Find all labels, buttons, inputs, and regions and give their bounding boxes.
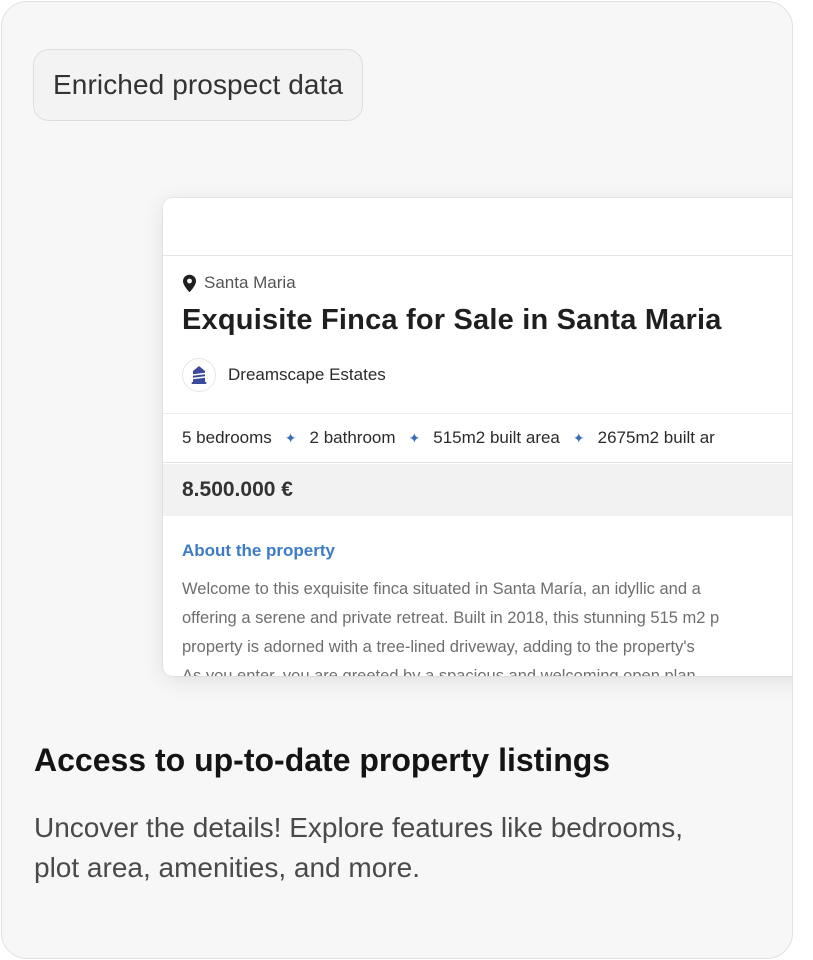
about-line: As you enter, you are greeted by a spaci… xyxy=(182,667,696,676)
house-logo-icon xyxy=(182,358,216,392)
card-description: Uncover the details! Explore features li… xyxy=(34,808,774,888)
sparkle-icon: ✦ xyxy=(572,429,585,446)
feature-built-area: 515m2 built area xyxy=(433,428,560,447)
location-label: Santa Maria xyxy=(204,273,296,292)
feature-card: Enriched prospect data Santa Maria Exqui… xyxy=(1,1,793,959)
about-line: Welcome to this exquisite finca situated… xyxy=(182,580,701,598)
listing-title: Exquisite Finca for Sale in Santa Maria xyxy=(182,304,722,336)
description-line: plot area, amenities, and more. xyxy=(34,852,420,883)
enriched-data-badge: Enriched prospect data xyxy=(33,49,364,121)
feature-bathrooms: 2 bathroom xyxy=(309,428,396,447)
about-description: Welcome to this exquisite finca situated… xyxy=(182,575,792,676)
about-line: property is adorned with a tree-lined dr… xyxy=(182,638,695,656)
listing-location: Santa Maria xyxy=(182,273,296,293)
feature-plot-area: 2675m2 built ar xyxy=(597,428,715,447)
agency-row: Dreamscape Estates xyxy=(182,358,386,392)
about-line: offering a serene and private retreat. B… xyxy=(182,609,720,627)
listing-preview: Santa Maria Exquisite Finca for Sale in … xyxy=(163,198,792,676)
feature-bedrooms: 5 bedrooms xyxy=(182,428,272,447)
features-row: 5 bedrooms ✦ 2 bathroom ✦ 515m2 built ar… xyxy=(163,413,792,463)
map-pin-icon xyxy=(182,274,197,293)
card-headline: Access to up-to-date property listings xyxy=(34,742,611,778)
listing-price: 8.500.000 € xyxy=(163,464,792,516)
sparkle-icon: ✦ xyxy=(284,429,297,446)
description-line: Uncover the details! Explore features li… xyxy=(34,812,683,843)
agency-name: Dreamscape Estates xyxy=(228,365,386,384)
sparkle-icon: ✦ xyxy=(408,429,421,446)
preview-top-bar xyxy=(163,198,792,256)
about-heading: About the property xyxy=(182,541,335,560)
